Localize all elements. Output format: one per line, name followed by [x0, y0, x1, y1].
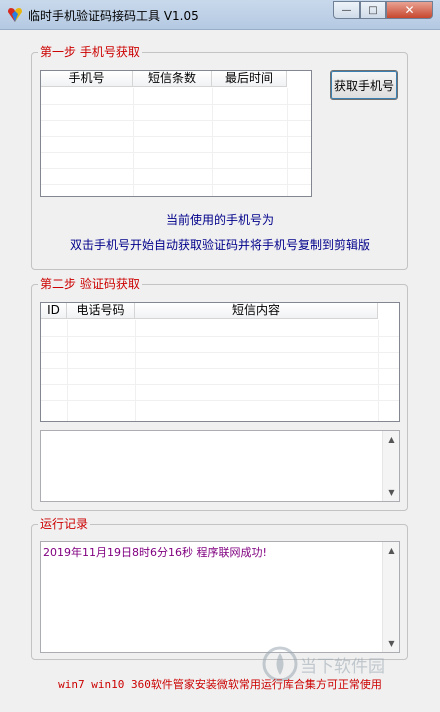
minimize-button[interactable]: —: [333, 1, 360, 19]
column-id[interactable]: ID: [41, 303, 67, 319]
close-icon: ✕: [404, 3, 415, 17]
phone-list[interactable]: 手机号 短信条数 最后时间: [40, 70, 312, 197]
get-phone-button[interactable]: 获取手机号: [330, 70, 398, 100]
close-button[interactable]: ✕: [386, 1, 433, 19]
maximize-button[interactable]: □: [360, 1, 386, 19]
column-sms-content[interactable]: 短信内容: [135, 303, 378, 319]
current-phone-label: 当前使用的手机号为: [165, 213, 274, 227]
scroll-up-icon[interactable]: ▲: [383, 542, 399, 559]
phone-list-header: 手机号 短信条数 最后时间: [41, 71, 287, 87]
step1-legend: 第一步 手机号获取: [38, 45, 142, 59]
scroll-down-icon[interactable]: ▼: [383, 484, 399, 501]
scroll-up-icon[interactable]: ▲: [383, 431, 399, 448]
footer-note: win7 win10 360软件管家安装微软常用运行库合集方可正常使用: [58, 678, 382, 691]
code-textbox[interactable]: ▲ ▼: [40, 430, 400, 502]
column-sms-count[interactable]: 短信条数: [133, 71, 212, 87]
column-last-time[interactable]: 最后时间: [212, 71, 287, 87]
watermark-text: 当下软件园: [300, 657, 385, 677]
title-bar: 临时手机验证码接码工具 V1.05 — □ ✕: [0, 0, 440, 30]
log-textbox[interactable]: 2019年11月19日8时6分16秒 程序联网成功! ▲ ▼: [40, 541, 400, 653]
column-phone-number[interactable]: 电话号码: [67, 303, 135, 319]
app-icon: [8, 8, 22, 22]
column-phone[interactable]: 手机号: [41, 71, 133, 87]
hint-text: 双击手机号开始自动获取验证码并将手机号复制到剪辑版: [69, 238, 370, 252]
log-scrollbar[interactable]: ▲ ▼: [382, 542, 399, 652]
sms-list-header: ID 电话号码 短信内容: [41, 303, 378, 319]
minimize-icon: —: [341, 4, 352, 16]
log-legend: 运行记录: [38, 517, 91, 531]
code-scrollbar[interactable]: ▲ ▼: [382, 431, 399, 501]
sms-list[interactable]: ID 电话号码 短信内容: [40, 302, 400, 422]
maximize-icon: □: [368, 4, 378, 16]
log-entry: 2019年11月19日8时6分16秒 程序联网成功!: [43, 546, 267, 559]
window-title: 临时手机验证码接码工具 V1.05: [28, 9, 199, 23]
step2-legend: 第二步 验证码获取: [38, 277, 142, 291]
